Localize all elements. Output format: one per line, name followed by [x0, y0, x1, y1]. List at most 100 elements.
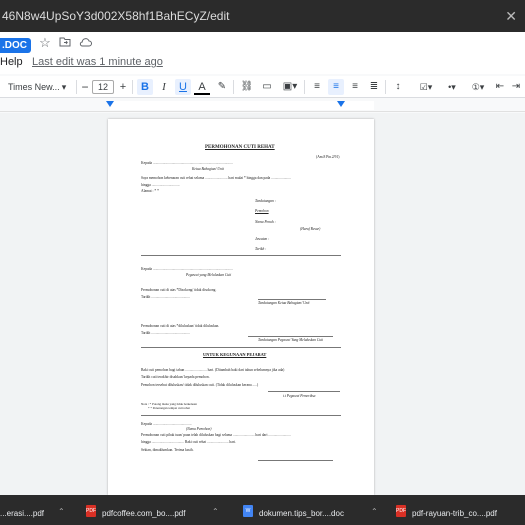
office-use-heading: UNTUK KEGUNAAN PEJABAT: [203, 352, 267, 357]
checklist-icon[interactable]: ☑▾: [415, 79, 437, 95]
toolbar-divider: [385, 80, 386, 94]
underline-button[interactable]: U: [175, 79, 191, 95]
download-item[interactable]: PDF pdfcoffee.com_bo....pdf ⌃: [84, 495, 234, 525]
doc-file-icon: W: [243, 505, 253, 517]
doc-line: Tarikh cuti terakhir disahkan/ kepada pe…: [141, 375, 210, 379]
docs-title-bar: .DOC ☆: [0, 32, 525, 56]
doc-line: Pegawai yang Meluluskan Cuti: [186, 273, 232, 277]
download-item[interactable]: W dokumen.tips_bor....doc ⌃: [243, 495, 395, 525]
doc-line: t.t Pegawai Pemeriksa: [283, 394, 316, 398]
add-comment-icon[interactable]: ▭: [259, 79, 275, 95]
align-center-icon[interactable]: ≡: [328, 79, 344, 95]
download-item[interactable]: PDF pdf-rayuan-trib_co....pdf: [396, 495, 525, 525]
download-filename[interactable]: pdf-rayuan-trib_co....pdf: [412, 509, 497, 518]
doc-line: Permohonan cuti di atas *diluluskan/ tid…: [141, 324, 220, 328]
doc-line: (Huruf Besar): [300, 227, 321, 231]
browser-address-bar[interactable]: 46N8w4UpSoY3d002X58hf1BahECyZ/edit ✕: [0, 0, 525, 32]
toolbar-divider: [233, 80, 234, 94]
doc-line: Tarikh :: [255, 247, 267, 251]
star-icon[interactable]: ☆: [37, 35, 53, 51]
font-family-select[interactable]: Times New...: [8, 79, 68, 95]
align-left-icon[interactable]: ≡: [309, 79, 325, 95]
align-justify-icon[interactable]: ≣: [366, 79, 382, 95]
close-icon[interactable]: ✕: [505, 0, 517, 32]
horizontal-ruler[interactable]: [0, 99, 525, 112]
left-indent-marker[interactable]: [106, 101, 114, 107]
document-canvas[interactable]: PERMOHONAN CUTI REHAT (Am.8 Pin.2/91) Ke…: [0, 113, 525, 495]
chevron-down-icon[interactable]: ▾: [60, 79, 68, 95]
numbered-list-icon[interactable]: ①▾: [467, 79, 489, 95]
section-divider: [141, 255, 341, 256]
increase-indent-icon[interactable]: ⇥: [509, 79, 523, 95]
doc-line: hingga .................................…: [141, 440, 236, 444]
download-item[interactable]: ...erasi....pdf ⌃: [0, 495, 80, 525]
text-color-button[interactable]: A: [194, 79, 210, 95]
section-divider: [141, 415, 341, 416]
doc-line: Jawatan :: [255, 237, 270, 241]
bold-button[interactable]: B: [137, 79, 153, 95]
cloud-saved-icon[interactable]: [77, 35, 93, 51]
increase-font-size-button[interactable]: +: [118, 79, 128, 95]
url-text[interactable]: 46N8w4UpSoY3d002X58hf1BahECyZ/edit: [2, 9, 229, 23]
italic-button[interactable]: I: [156, 79, 172, 95]
doc-line: Permohonan cuti pihak tuan/ puan telah d…: [141, 433, 291, 437]
toolbar-divider: [76, 80, 77, 94]
doc-line: Tarikh .................................…: [141, 331, 190, 335]
doc-line: Ketua Bahagian/ Unit: [192, 167, 224, 171]
signature-line: [258, 460, 333, 461]
pdf-file-icon: PDF: [86, 505, 96, 517]
download-filename[interactable]: ...erasi....pdf: [0, 509, 44, 518]
form-code: (Am.8 Pin.2/91): [316, 155, 340, 159]
downloads-bar: ...erasi....pdf ⌃ PDF pdfcoffee.com_bo..…: [0, 495, 525, 525]
signature-line: [248, 336, 333, 337]
chevron-up-icon[interactable]: ⌃: [58, 507, 65, 516]
doc-line: Saya memohon kebenaran cuti rehat selama…: [141, 176, 291, 180]
pdf-file-icon: PDF: [396, 505, 406, 517]
form-title: PERMOHONAN CUTI REHAT: [205, 145, 275, 150]
toolbar-divider: [132, 80, 133, 94]
font-size-input[interactable]: 12: [92, 80, 114, 94]
doc-line: Tandatangan Pegawai Yang Meluluskan Cuti: [258, 338, 324, 342]
right-indent-marker[interactable]: [337, 101, 345, 107]
insert-image-icon[interactable]: ▣▾: [279, 79, 301, 95]
doc-line: * * Penerangan tempat cuti rehat: [148, 406, 190, 410]
docs-menu-bar: Help Last edit was 1 minute ago: [0, 54, 525, 74]
signature-line: [268, 391, 340, 392]
doc-line: Sekian, dimaklumkan. Terima kasih.: [141, 448, 194, 452]
chevron-up-icon[interactable]: ⌃: [371, 507, 378, 516]
doc-line: Pemohon tersebut diluluskan/ tidak dilul…: [141, 383, 259, 387]
align-right-icon[interactable]: ≡: [347, 79, 363, 95]
menu-help[interactable]: Help: [0, 56, 23, 68]
bulleted-list-icon[interactable]: •▾: [441, 79, 463, 95]
decrease-font-size-button[interactable]: −: [80, 79, 90, 95]
chevron-up-icon[interactable]: ⌃: [212, 507, 219, 516]
doc-line: Pemohon: [255, 209, 269, 213]
decrease-indent-icon[interactable]: ⇤: [493, 79, 507, 95]
folder-move-icon[interactable]: [57, 35, 73, 51]
line-spacing-icon[interactable]: ↕: [390, 79, 406, 95]
section-divider: [141, 347, 341, 348]
highlight-pen-icon[interactable]: ✎: [214, 79, 230, 95]
doc-format-badge[interactable]: .DOC: [0, 38, 31, 53]
signature-line: [258, 299, 326, 300]
document-page[interactable]: PERMOHONAN CUTI REHAT (Am.8 Pin.2/91) Ke…: [108, 119, 374, 495]
toolbar-divider: [304, 80, 305, 94]
doc-line: Kepada .................................…: [141, 422, 192, 426]
doc-line: hingga ...............................: [141, 183, 180, 187]
doc-line: Nama Penuh :: [255, 220, 276, 224]
download-filename[interactable]: pdfcoffee.com_bo....pdf: [102, 509, 185, 518]
doc-line: Kepada .................................…: [141, 161, 233, 165]
doc-line: Tandatangan Ketua Bahagian/ Unit: [258, 301, 310, 305]
doc-line: (Nama Pemohon): [186, 427, 212, 431]
doc-line: Alamat : * *: [141, 189, 159, 193]
ruler-text-area: [110, 101, 374, 110]
insert-link-icon[interactable]: ⛓: [239, 79, 255, 95]
doc-line: Tandatangan :: [255, 199, 276, 203]
download-filename[interactable]: dokumen.tips_bor....doc: [259, 509, 344, 518]
doc-line: Permohonan cuti di atas *Disokong/ tidak…: [141, 288, 217, 292]
docs-toolbar: Times New... ▾ − 12 + B I U A ✎ ⛓ ▭ ▣▾ ≡…: [0, 76, 525, 98]
doc-line: Kepada .................................…: [141, 267, 233, 271]
doc-line: Tarikh .................................…: [141, 295, 190, 299]
doc-line: Baki cuti pemohon bagi tahun ...........…: [141, 368, 285, 372]
last-edit-link[interactable]: Last edit was 1 minute ago: [32, 56, 163, 68]
